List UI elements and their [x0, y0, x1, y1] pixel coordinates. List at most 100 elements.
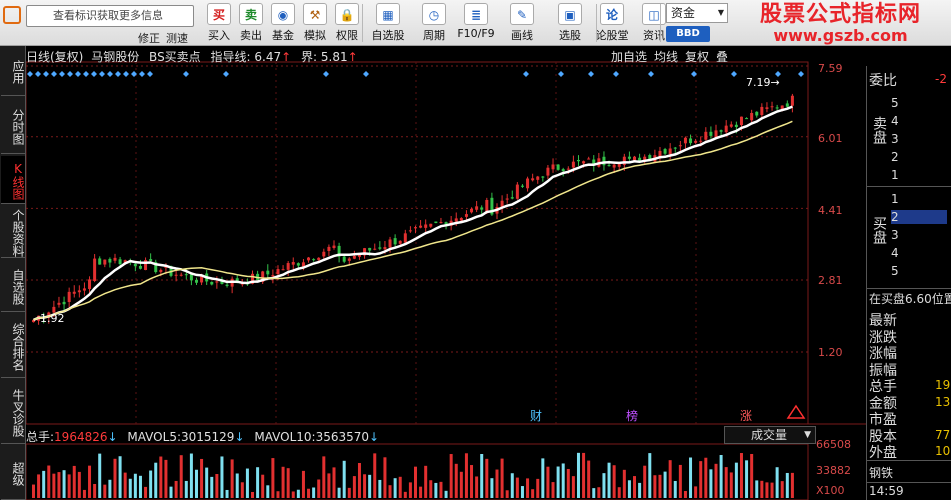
permission-button[interactable]: 🔒 权限	[332, 2, 362, 44]
mavol5-label: MAVOL5:	[127, 430, 181, 444]
candle-body	[88, 279, 92, 289]
volume-bar	[770, 482, 774, 498]
volume-bar	[658, 474, 662, 498]
forum-icon: 论	[600, 3, 624, 25]
volume-bar	[515, 477, 519, 498]
correct-label[interactable]: 修正	[138, 30, 160, 46]
candle-body	[556, 164, 560, 170]
draw-line-button[interactable]: ✎ 画线	[502, 2, 542, 44]
candle-body	[704, 131, 708, 140]
volume-bar	[576, 452, 580, 498]
buy-label: 买盘	[871, 216, 887, 244]
volume-bar	[337, 487, 341, 498]
volume-bar	[678, 464, 682, 498]
candle-body	[424, 224, 428, 228]
candle-body	[470, 208, 474, 213]
volume-bar	[352, 476, 356, 498]
add-watchlist-tab[interactable]: 加自选	[611, 48, 647, 65]
limit-value: 5.81	[320, 50, 348, 64]
volume-bar	[220, 456, 224, 498]
volume-bar	[307, 488, 311, 498]
volume-bar	[245, 468, 249, 498]
overlay-tab[interactable]: 叠	[716, 48, 728, 65]
candle-body	[709, 131, 713, 136]
stock-screen-button[interactable]: ▣ 选股	[550, 2, 590, 44]
down-arrow-icon: ↓	[369, 430, 380, 444]
candle-body	[403, 233, 407, 243]
fund-label: 基金	[272, 29, 294, 42]
candle-body	[332, 245, 336, 249]
candle-body	[271, 275, 275, 277]
candle-body	[184, 274, 188, 276]
ma-tab[interactable]: 均线	[654, 48, 678, 65]
speedtest-label[interactable]: 测速	[166, 30, 188, 46]
forum-button[interactable]: 论论股堂	[592, 2, 632, 44]
candle-body	[378, 247, 382, 249]
volume-bar	[169, 486, 173, 498]
volume-bar	[520, 486, 524, 498]
weibi-label: 委比	[869, 73, 897, 89]
volume-indicator-select[interactable]: 成交量 ▼	[724, 426, 816, 444]
tab-watchlist[interactable]: 自选股	[1, 260, 25, 312]
candle-body	[699, 140, 703, 142]
candle-body	[118, 259, 122, 265]
candle-body	[602, 156, 606, 166]
bbd-button[interactable]: BBD	[666, 26, 710, 42]
tab-profile[interactable]: 个股资料	[1, 206, 25, 258]
bid-note: 在买盘6.60位置	[869, 292, 951, 306]
tab-ranking[interactable]: 综合排名	[1, 314, 25, 378]
tab-kline[interactable]: K线图	[1, 156, 25, 204]
mavol10-value: 3563570	[315, 430, 370, 444]
buy-button[interactable]: 买买入	[204, 2, 234, 44]
candle-body	[485, 199, 489, 212]
candle-body	[174, 274, 178, 276]
simulate-button[interactable]: ⚒ 模拟	[300, 2, 330, 44]
volume-bar	[414, 466, 417, 498]
signal-diamond	[798, 71, 804, 77]
signal-diamond	[75, 71, 81, 77]
candle-body	[62, 301, 66, 305]
candle-body	[307, 257, 311, 261]
volume-bar	[734, 462, 738, 498]
candle-body	[317, 257, 321, 261]
candle-body	[505, 198, 509, 200]
stock-screen-label: 选股	[559, 29, 581, 42]
volume-bar	[103, 484, 107, 498]
fund-button[interactable]: ◉ 基金	[268, 2, 298, 44]
tab-timeshare[interactable]: 分时图	[1, 98, 25, 154]
candle-body	[480, 207, 484, 210]
tab-diagnosis[interactable]: 牛叉诊股	[1, 380, 25, 444]
fund-select[interactable]: 资金 ▼	[666, 3, 728, 23]
f10-button[interactable]: ≣ F10/F9	[456, 2, 496, 44]
volume-bar	[47, 465, 51, 498]
volume-bar	[541, 458, 545, 498]
volume-bar	[633, 476, 637, 498]
candle-body	[607, 165, 611, 167]
volume-bar	[551, 482, 555, 498]
volume-bar	[689, 457, 693, 498]
time-label: 14:59	[869, 484, 904, 498]
candle-body	[531, 178, 535, 181]
mavol10-label: MAVOL10:	[254, 430, 316, 444]
tab-super[interactable]: 超级	[1, 446, 25, 500]
sell-button[interactable]: 卖卖出	[236, 2, 266, 44]
period-button[interactable]: ◷ 周期	[414, 2, 454, 44]
signal-diamond	[558, 71, 564, 77]
volume-bar	[673, 480, 677, 498]
signal-diamond	[139, 71, 145, 77]
volume-bar	[32, 484, 35, 498]
kline-chart[interactable]: 1.92 7.19→ 财 榜 涨 日线(复权) 马钢股份 BS买卖点 指导线: 6.47…	[26, 46, 866, 500]
candle-body	[745, 118, 749, 120]
volume-bar	[240, 482, 244, 498]
search-input[interactable]: 查看标识获取更多信息	[26, 5, 194, 27]
candle-body	[510, 197, 514, 199]
period-label: 日线(复权)	[26, 50, 84, 64]
volume-bar	[755, 480, 759, 498]
signal-diamond	[83, 71, 89, 77]
adjust-tab[interactable]: 复权	[685, 48, 709, 65]
watchlist-button[interactable]: ▦ 自选股	[368, 2, 408, 44]
tab-apps[interactable]: 应用	[1, 46, 25, 96]
candle-body	[57, 302, 61, 305]
vol-y-tick: X100	[816, 484, 845, 497]
guide-value: 6.47	[254, 50, 282, 64]
